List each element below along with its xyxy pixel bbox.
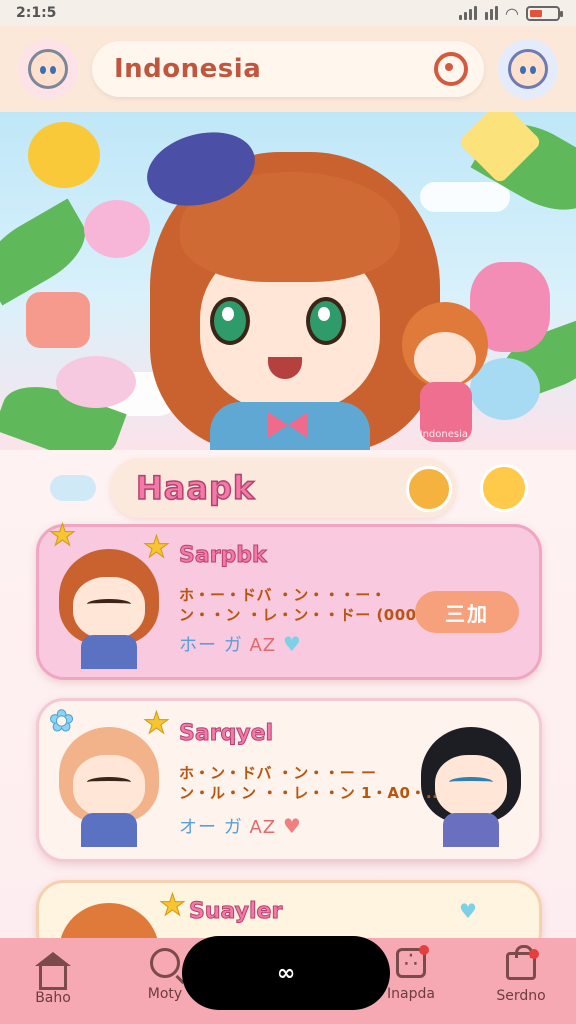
search-icon[interactable] — [434, 52, 468, 86]
meta-right: AZ — [249, 635, 277, 656]
star-icon: ★ — [159, 888, 187, 923]
meta-mid: ガ — [223, 817, 243, 838]
card-action-button[interactable]: 三加 — [415, 591, 519, 633]
card-description-line: ホ・ン・ドバ ・ン・・ー ー — [179, 764, 377, 782]
battery-icon — [526, 5, 563, 21]
signal-icon — [458, 6, 477, 20]
character-card[interactable]: ★ ★ Sarpbk ホ・ー・ドバ ・ン・・・ー・ ン・・ン ・レ・ン・・ドー … — [36, 520, 542, 680]
section-title: Haapk — [135, 468, 256, 508]
card-meta: ホー ガ AZ ♥ — [179, 631, 302, 657]
card-description: ホ・ー・ドバ ・ン・・・ー・ ン・・ン ・レ・ン・・ドー (000).. — [179, 585, 436, 625]
meta-mid: ガ — [223, 635, 243, 656]
profile-avatar[interactable] — [18, 39, 78, 99]
bag-sticker-icon — [26, 292, 90, 348]
meta-left: オー — [179, 817, 217, 838]
heroine-eye-left — [210, 297, 250, 345]
section-header: Haapk — [50, 452, 550, 524]
heart-sticker-icon — [406, 466, 452, 512]
cloud-icon — [50, 475, 96, 501]
nav-item-bag[interactable]: Serdno — [476, 945, 566, 1018]
status-time: 2:1:5 — [16, 5, 57, 21]
wifi-icon: ◠ — [505, 3, 518, 23]
flower-sticker-icon — [56, 356, 136, 408]
center-action-icon: ∞ — [276, 960, 296, 986]
card-description-line: ン・・ン ・レ・ン・・ドー (000).. — [179, 606, 437, 624]
signal-icon-secondary — [484, 6, 498, 20]
sun-creature-icon — [28, 122, 100, 188]
nav-label: Moty — [147, 986, 183, 1002]
companion-avatar[interactable] — [498, 39, 558, 99]
card-name: Sarqyel — [178, 721, 274, 747]
companion-face-icon — [508, 49, 548, 89]
app-header: Indonesia — [0, 26, 576, 112]
card-meta: オー ガ AZ ♥ — [179, 813, 302, 839]
character-portrait — [53, 537, 165, 669]
notification-badge — [419, 945, 429, 955]
section-title-pill[interactable]: Haapk — [110, 458, 456, 518]
character-card[interactable]: ✿ ★ Sarqyel ホ・ン・ドバ ・ン・・ー ー ン・ル・ン ・・レ・・ン … — [36, 698, 542, 862]
card-description: ホ・ン・ドバ ・ン・・ー ー ン・ル・ン ・・レ・・ン 1・A0・.. — [179, 763, 438, 803]
nav-label: Baho — [35, 990, 71, 1006]
status-bar: 2:1:5 ◠ — [0, 0, 576, 26]
meta-right: AZ — [249, 817, 277, 838]
card-name: Suayler — [188, 899, 283, 925]
card-name: Sarpbk — [179, 543, 268, 569]
dice-icon — [396, 945, 429, 978]
search-bar[interactable]: Indonesia — [92, 41, 484, 97]
hero-watermark: Indonesia — [419, 429, 468, 440]
hero-banner[interactable]: Indonesia — [0, 112, 576, 450]
center-action-button[interactable]: ∞ — [182, 936, 390, 1010]
pink-creature-icon — [84, 200, 150, 258]
heart-icon[interactable]: ♥ — [283, 814, 302, 838]
search-icon — [150, 948, 180, 978]
heart-icon[interactable]: ♥ — [283, 632, 302, 656]
notification-badge — [529, 949, 539, 959]
status-icons: ◠ — [458, 3, 563, 23]
nav-label: Inapda — [387, 986, 435, 1002]
heroine-eye-right — [306, 297, 346, 345]
character-portrait — [53, 715, 165, 847]
bag-icon — [506, 945, 539, 980]
home-icon — [35, 952, 71, 990]
meta-left: ホー — [179, 635, 217, 656]
chick-sticker-icon[interactable] — [480, 464, 528, 512]
card-description-line: ホ・ー・ドバ ・ン・・・ー・ — [179, 586, 387, 604]
avatar-face-icon — [28, 49, 68, 89]
card-description-line: ン・ル・ン ・・レ・・ン 1・A0・.. — [179, 784, 439, 802]
nav-label: Serdno — [496, 988, 546, 1004]
header-title: Indonesia — [114, 54, 262, 84]
nav-item-home[interactable]: Baho — [8, 948, 98, 1018]
heart-icon: ♥ — [459, 899, 477, 923]
fox-girl-face — [414, 332, 476, 386]
